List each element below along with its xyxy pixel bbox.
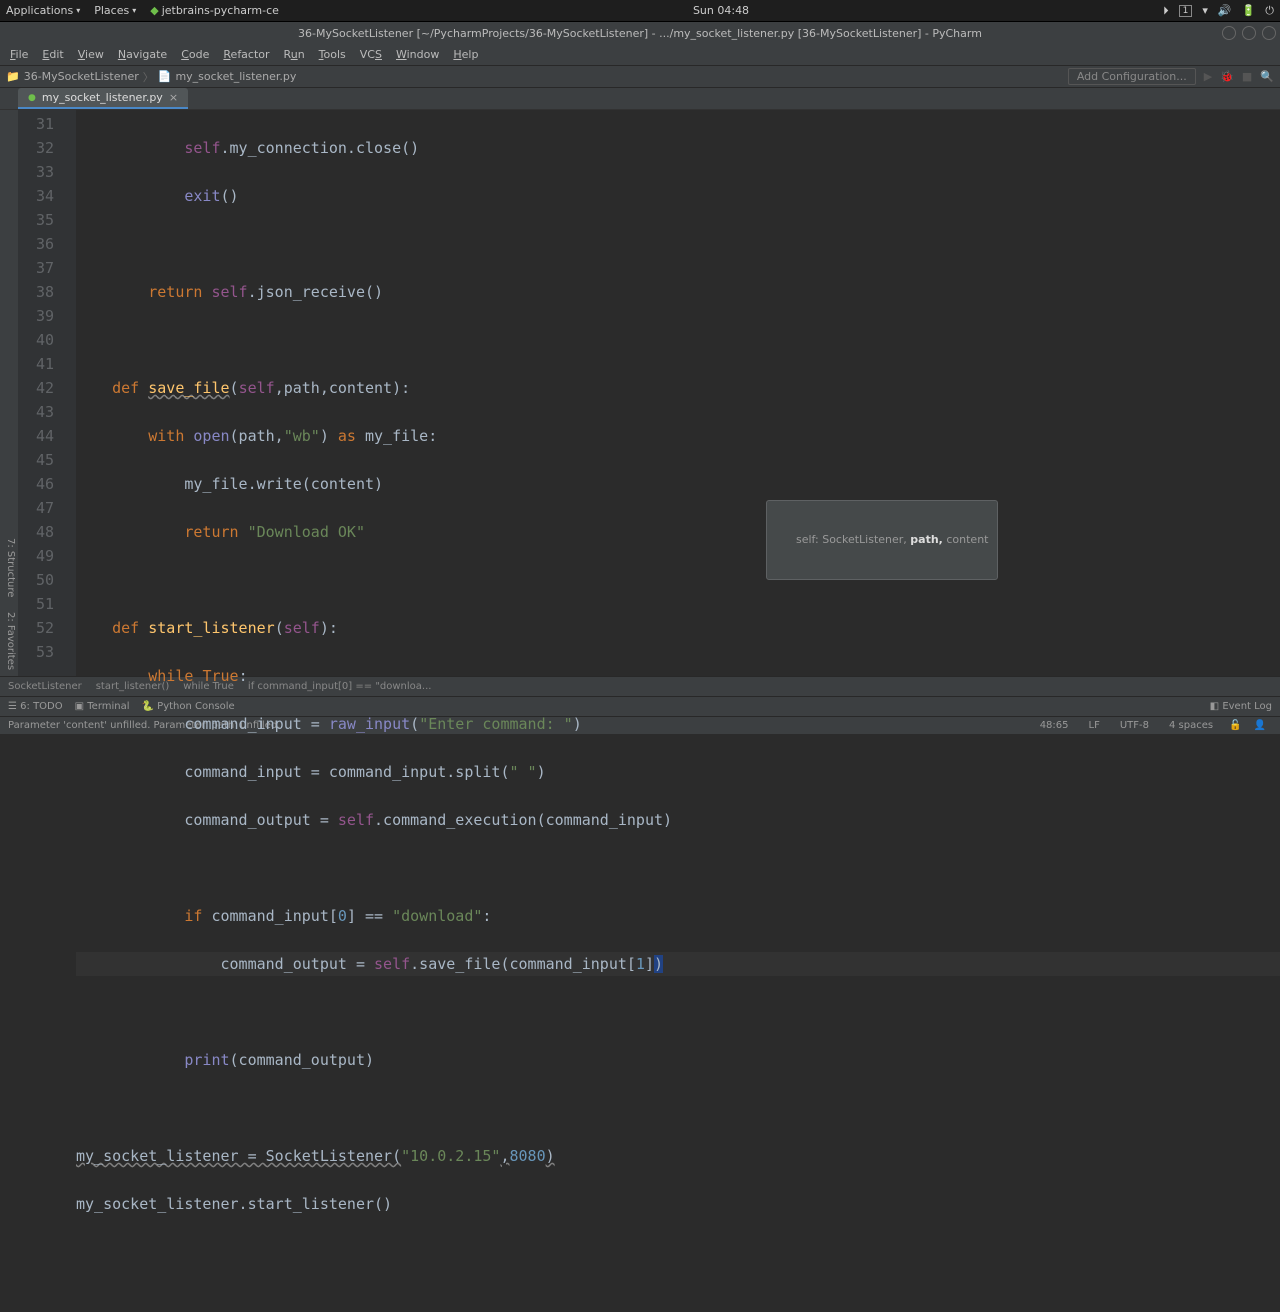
menu-help[interactable]: Help xyxy=(447,46,484,63)
close-button[interactable] xyxy=(1262,26,1276,40)
menu-edit[interactable]: Edit xyxy=(36,46,69,63)
system-tray[interactable]: ⏵ 1 ▾ 🔊 🔋 ⏻ xyxy=(1163,4,1274,18)
file-icon: 📄 xyxy=(158,70,172,83)
todo-tool[interactable]: ☰ 6: TODO xyxy=(8,701,63,712)
folder-icon: 📁 xyxy=(6,70,20,83)
workspace-icon[interactable]: 1 xyxy=(1179,5,1193,17)
network-icon[interactable]: ▾ xyxy=(1202,4,1208,17)
menu-code[interactable]: Code xyxy=(175,46,215,63)
close-tab-icon[interactable]: × xyxy=(169,91,178,104)
search-icon[interactable]: 🔍 xyxy=(1260,70,1274,83)
maximize-button[interactable] xyxy=(1242,26,1256,40)
applications-menu[interactable]: Applications▾ xyxy=(6,4,80,17)
window-title: 36-MySocketListener [~/PycharmProjects/3… xyxy=(298,27,982,40)
breadcrumb-project[interactable]: 36-MySocketListener xyxy=(24,70,139,83)
minimize-button[interactable] xyxy=(1222,26,1236,40)
favorites-tool[interactable]: 2: Favorites xyxy=(2,612,16,670)
run-icon[interactable]: ▶ xyxy=(1204,70,1212,83)
battery-icon[interactable]: 🔋 xyxy=(1242,4,1256,17)
menu-view[interactable]: View xyxy=(72,46,110,63)
volume-icon[interactable]: 🔊 xyxy=(1218,4,1232,17)
main-menu[interactable]: File Edit View Navigate Code Refactor Ru… xyxy=(0,44,1280,66)
left-tool-strip[interactable]: 7: Structure 2: Favorites xyxy=(0,110,18,676)
editor-tabs: ● my_socket_listener.py × xyxy=(0,88,1280,110)
parameter-hint-popup: self: SocketListener, path, content xyxy=(766,500,998,580)
desktop-topbar: Applications▾ Places▾ ◆ jetbrains-pychar… xyxy=(0,0,1280,22)
code-editor[interactable]: self.my_connection.close() exit() return… xyxy=(76,110,1280,676)
menu-tools[interactable]: Tools xyxy=(313,46,352,63)
recorder-icon[interactable]: ⏵ xyxy=(1163,4,1169,18)
menu-file[interactable]: File xyxy=(4,46,34,63)
debug-icon[interactable]: 🐞 xyxy=(1220,70,1234,83)
add-configuration-button[interactable]: Add Configuration... xyxy=(1068,68,1196,85)
menu-navigate[interactable]: Navigate xyxy=(112,46,173,63)
line-gutter[interactable]: 31323334 35363738 39404142 43444546 4748… xyxy=(18,110,76,676)
menu-run[interactable]: Run xyxy=(278,46,311,63)
menu-vcs[interactable]: VCS xyxy=(354,46,388,63)
places-menu[interactable]: Places▾ xyxy=(94,4,136,17)
stop-icon[interactable]: ■ xyxy=(1242,70,1252,83)
nav-toolbar: 📁 36-MySocketListener 〉 📄 my_socket_list… xyxy=(0,66,1280,88)
structure-tool[interactable]: 7: Structure xyxy=(2,538,16,597)
clock: Sun 04:48 xyxy=(279,4,1163,17)
power-icon[interactable]: ⏻ xyxy=(1265,4,1274,18)
python-file-icon: ● xyxy=(28,93,36,103)
app-indicator[interactable]: ◆ jetbrains-pycharm-ce xyxy=(150,4,279,17)
breadcrumb-file[interactable]: my_socket_listener.py xyxy=(175,70,296,83)
window-titlebar: 36-MySocketListener [~/PycharmProjects/3… xyxy=(0,22,1280,44)
crumb-class[interactable]: SocketListener xyxy=(8,681,82,692)
menu-refactor[interactable]: Refactor xyxy=(217,46,275,63)
menu-window[interactable]: Window xyxy=(390,46,445,63)
tab-my-socket-listener[interactable]: ● my_socket_listener.py × xyxy=(18,88,188,109)
